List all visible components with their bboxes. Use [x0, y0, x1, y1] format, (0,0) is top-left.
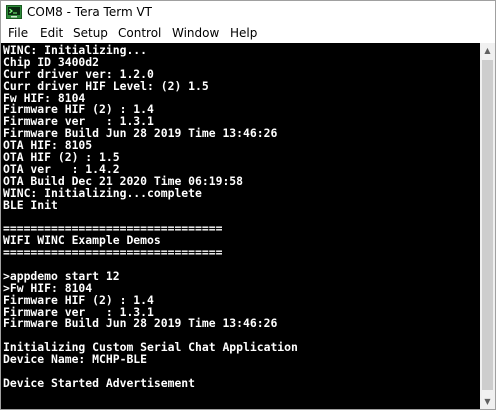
vertical-scrollbar[interactable]: ▲ ▼ [480, 43, 495, 409]
window-title: COM8 - Tera Term VT [27, 5, 152, 19]
menu-help[interactable]: Help [227, 25, 260, 41]
menu-bar: File Edit Setup Control Window Help [1, 24, 495, 43]
terminal-line: Device Name: MCHP-BLE [3, 352, 148, 367]
terminal-window: COM8 - Tera Term VT File Edit Setup Cont… [0, 0, 496, 410]
menu-control[interactable]: Control [115, 25, 164, 41]
title-bar[interactable]: COM8 - Tera Term VT [1, 1, 495, 24]
menu-file[interactable]: File [5, 25, 31, 41]
scrollbar-thumb[interactable] [482, 60, 493, 390]
terminal-line: ================================ [3, 245, 223, 260]
menu-window[interactable]: Window [169, 25, 222, 41]
terminal-screen[interactable]: WINC: Initializing... Chip ID 3400d2 Curr … [1, 43, 480, 409]
terminal-line: Device Started Advertisement [3, 375, 196, 390]
chevron-up-icon[interactable]: ▲ [480, 43, 495, 58]
teraterm-app-icon [6, 5, 22, 19]
terminal-line: Firmware Build Jun 28 2019 Time 13:46:26 [3, 316, 278, 331]
terminal-line: BLE Init [3, 197, 58, 212]
menu-edit[interactable]: Edit [37, 25, 66, 41]
terminal-output: WINC: Initializing... Chip ID 3400d2 Curr … [3, 44, 298, 390]
chevron-down-icon[interactable]: ▼ [480, 394, 495, 409]
menu-setup[interactable]: Setup [70, 25, 111, 41]
